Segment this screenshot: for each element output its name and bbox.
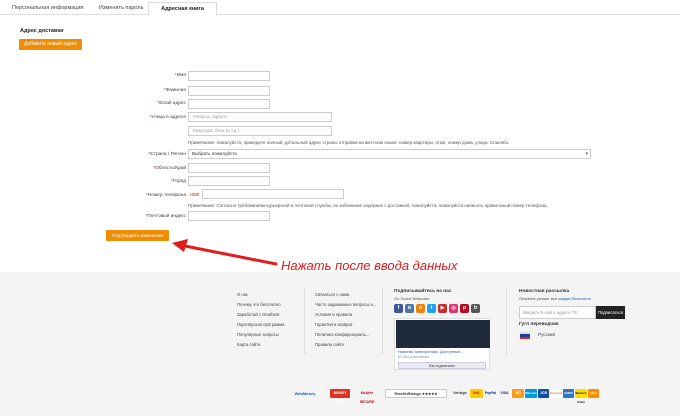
fb-banner-image <box>396 320 490 348</box>
social-subtitle: On Social Networks <box>394 296 430 301</box>
subscribe-button[interactable]: Подписаться <box>596 306 625 319</box>
social-title: Подписывайтесь на нас <box>394 289 452 294</box>
footer-link[interactable]: Гарантия и возврат <box>315 322 353 327</box>
ok-icon[interactable]: o <box>416 304 425 313</box>
fb-subscribe-button[interactable]: Вы подписаны <box>398 362 486 369</box>
visa-logo: VISA <box>500 391 509 395</box>
footer-link[interactable]: Условия и правила <box>315 312 352 317</box>
facebook-widget: Новинки электроники. Доступные... 82 054… <box>394 318 490 370</box>
amex-logo: AMEX <box>563 389 574 398</box>
pinterest-icon[interactable]: p <box>460 304 469 313</box>
footer-link[interactable]: Политика конфиденциаль... <box>315 332 369 337</box>
blog-icon[interactable]: b <box>471 304 480 313</box>
dhl-logo: DHL <box>470 389 483 398</box>
footer-link[interactable]: Популярные запросы <box>237 332 279 337</box>
russia-flag-icon <box>520 332 530 339</box>
footer-divider <box>506 288 507 354</box>
western-union-logo: Western Union <box>575 389 587 404</box>
facebook-icon[interactable]: f <box>394 304 403 313</box>
footer-link[interactable]: О нас <box>237 292 248 297</box>
resellerratings-badge: ResellerRatings ★★★★★ <box>385 389 447 398</box>
fb-likes: 82 054 участников <box>398 355 429 359</box>
paypal-logo: PayPal <box>484 391 497 395</box>
annotation-text: Нажать после ввода данных <box>281 258 458 273</box>
footer-link[interactable]: Часто задаваемые вопросы и... <box>315 302 376 307</box>
footer-link[interactable]: Правила сайте <box>315 342 344 347</box>
webmoney-logo: WebMoney <box>294 391 316 396</box>
jcb-logo: JCB <box>538 389 549 398</box>
footer-link[interactable]: Связаться с нами <box>315 292 349 297</box>
footer-link[interactable]: Партнёрская программа <box>237 322 284 327</box>
footer-divider <box>304 288 305 354</box>
youtube-icon[interactable]: ▶ <box>438 304 447 313</box>
discover-logo: Discover <box>550 389 563 398</box>
verisign-logo: Verisign <box>453 391 467 395</box>
maestro-logo: Maestro <box>525 389 537 398</box>
vk-icon[interactable]: в <box>405 304 414 313</box>
language-select[interactable]: Русский <box>538 332 555 337</box>
newsletter-subtitle: Gearbest узнают все скидки бесплатно <box>519 296 591 301</box>
mastercard-logo: MC <box>512 389 524 398</box>
qiwi-logo: Qiwi <box>588 389 599 398</box>
newsletter-email-input[interactable]: Введите E-mail в адресе ТЕ <box>519 306 596 319</box>
newsletter-title: Новостная рассылка <box>519 289 570 294</box>
footer-link[interactable]: Почему это бесплатно <box>237 302 281 307</box>
instagram-icon[interactable]: ◎ <box>449 304 458 313</box>
twitter-icon[interactable]: t <box>427 304 436 313</box>
mcafee-badge: McAfee SECURE <box>359 391 375 404</box>
footer-link[interactable]: Карта сайта <box>237 342 260 347</box>
translator-title: Гугл переводчик <box>519 322 559 327</box>
footer-divider <box>382 288 383 354</box>
footer-link[interactable]: Заработай с Gearbest <box>237 312 279 317</box>
fb-page-title[interactable]: Новинки электроники. Доступные... <box>398 349 464 354</box>
money-back-badge: MONEY BACK <box>330 389 350 404</box>
